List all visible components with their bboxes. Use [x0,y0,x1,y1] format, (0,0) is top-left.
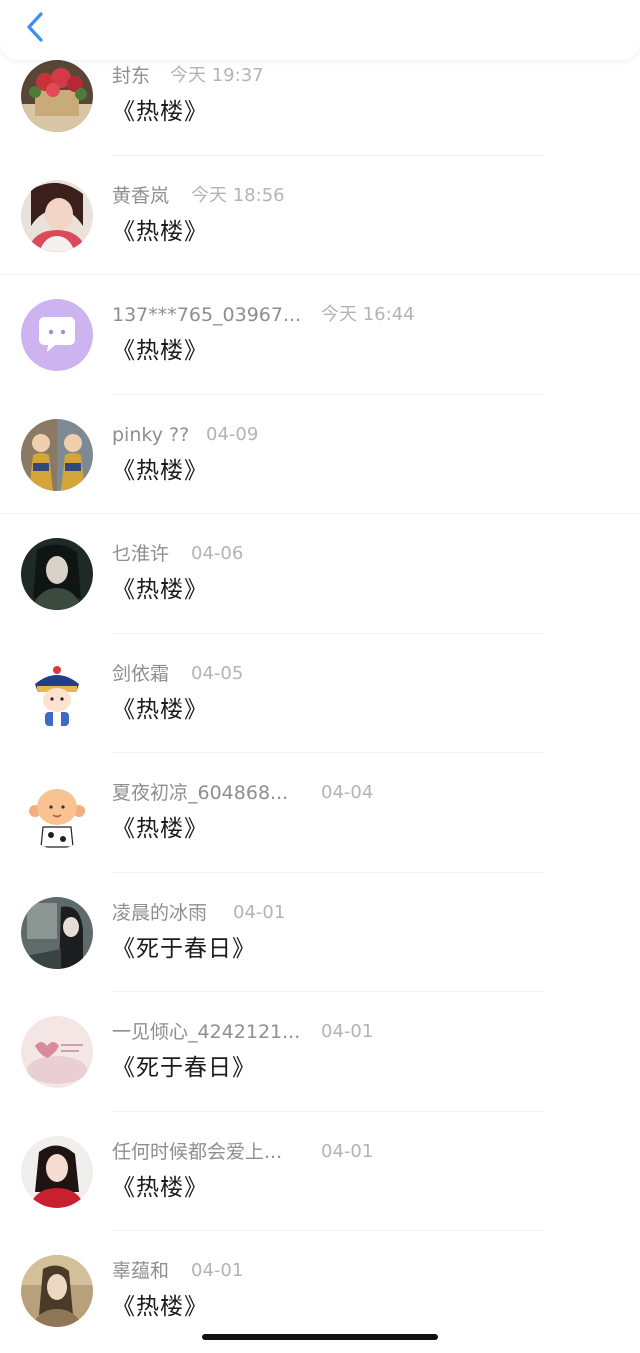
avatar[interactable] [21,777,93,849]
sender-name: 凌晨的冰雨 [112,901,208,924]
avatar[interactable] [21,1016,93,1088]
home-indicator[interactable] [202,1334,438,1340]
list-item[interactable]: 辜蕴和 04-01 《热楼》 [0,1231,640,1351]
timestamp: 04-05 [191,662,244,684]
list-item[interactable]: 夏夜初凉_604868... 04-04 《热楼》 [0,753,640,873]
book-title[interactable]: 《死于春日》 [112,1052,256,1084]
timestamp: 今天 18:56 [191,184,285,206]
sender-name: 乜淮许 [112,543,170,565]
list-item[interactable]: 凌晨的冰雨 04-01 《死于春日》 [0,873,640,992]
avatar[interactable] [21,896,93,969]
timestamp: 04-01 [191,1260,244,1281]
timestamp: 今天 19:37 [170,65,264,86]
top-bar [0,0,640,60]
book-title[interactable]: 《热楼》 [112,574,208,606]
sender-name: 剑依霜 [112,662,170,685]
avatar[interactable] [21,179,93,252]
timestamp: 04-01 [233,901,286,923]
book-title[interactable]: 《热楼》 [112,1172,208,1204]
screen: 封东 今天 19:37 《热楼》 黄香岚 今天 18:56 《热楼》 137**… [0,0,640,1353]
list-item[interactable]: 任何时候都会爱上... 04-01 《热楼》 [0,1112,640,1231]
book-title[interactable]: 《热楼》 [112,96,208,128]
avatar[interactable] [21,1135,93,1208]
timestamp: 04-01 [321,1021,374,1042]
timestamp: 04-01 [321,1140,374,1162]
timestamp: 04-06 [191,543,244,564]
avatar[interactable] [21,657,93,730]
list-item[interactable]: 黄香岚 今天 18:56 《热楼》 [0,156,640,275]
chevron-left-icon[interactable] [18,6,58,46]
list-item[interactable]: 137***765_03967... 今天 16:44 《热楼》 [0,275,640,395]
list-item[interactable]: 剑依霜 04-05 《热楼》 [0,634,640,753]
book-title[interactable]: 《热楼》 [112,694,208,726]
list-item[interactable]: pinky ?? 04-09 《热楼》 [0,395,640,514]
list-item[interactable]: 乜淮许 04-06 《热楼》 [0,514,640,634]
sender-name: 任何时候都会爱上... [112,1140,283,1163]
sender-name: 137***765_03967... [112,304,302,326]
book-title[interactable]: 《死于春日》 [112,933,256,965]
list-item[interactable]: 一见倾心_4242121... 04-01 《死于春日》 [0,992,640,1112]
timestamp: 今天 16:44 [321,304,415,325]
book-title[interactable]: 《热楼》 [112,216,208,248]
sender-name: pinky ?? [112,423,190,446]
avatar[interactable] [21,538,93,610]
timestamp: 04-04 [321,782,374,803]
avatar[interactable] [21,299,93,371]
timestamp: 04-09 [206,423,259,445]
sender-name: 夏夜初凉_604868... [112,782,289,804]
book-title[interactable]: 《热楼》 [112,335,208,367]
avatar[interactable] [21,60,93,132]
sender-name: 黄香岚 [112,184,170,207]
avatar[interactable] [21,418,93,491]
book-title[interactable]: 《热楼》 [112,813,208,845]
book-title[interactable]: 《热楼》 [112,1291,208,1323]
avatar[interactable] [21,1255,93,1327]
sender-name: 封东 [112,65,151,87]
sender-name: 一见倾心_4242121... [112,1021,301,1043]
book-title[interactable]: 《热楼》 [112,455,208,487]
sender-name: 辜蕴和 [112,1260,170,1282]
message-list: 封东 今天 19:37 《热楼》 黄香岚 今天 18:56 《热楼》 137**… [0,36,640,1351]
